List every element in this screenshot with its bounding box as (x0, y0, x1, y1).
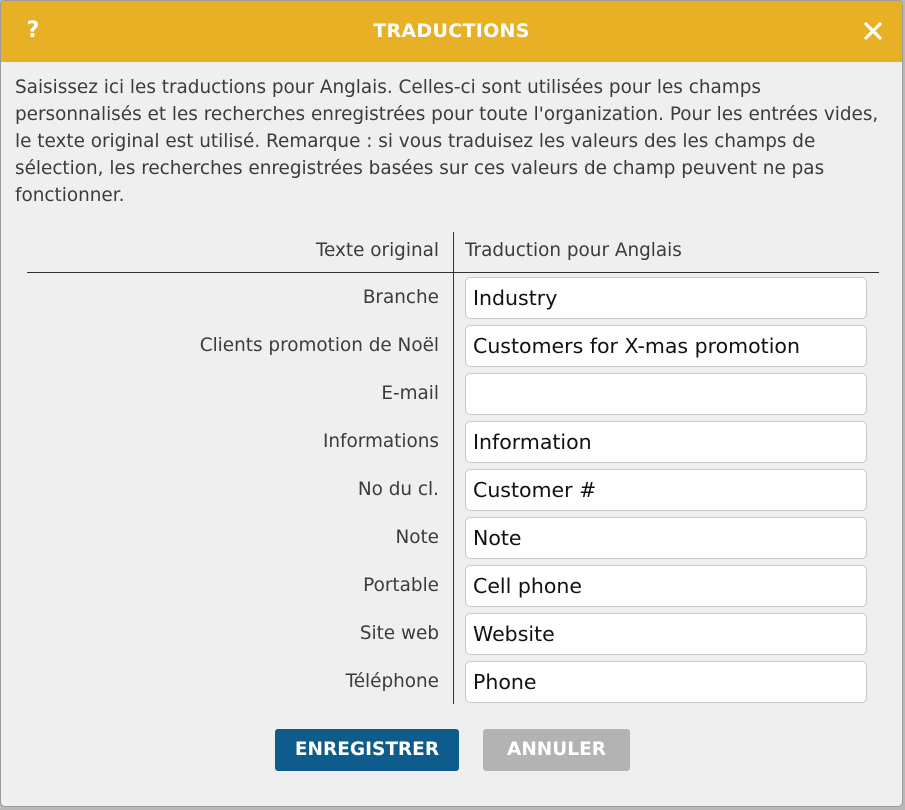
table-row: E-mail (27, 373, 879, 421)
close-icon[interactable] (858, 16, 888, 46)
translation-input[interactable] (465, 421, 867, 463)
dialog-buttons: ENREGISTRER ANNULER (1, 729, 902, 771)
translation-input[interactable] (465, 469, 867, 511)
table-row: Clients promotion de Noël (27, 325, 879, 373)
translation-input[interactable] (465, 661, 867, 703)
table-row: Note (27, 517, 879, 565)
translation-input[interactable] (465, 373, 867, 415)
table-row: Téléphone (27, 661, 879, 709)
table-row: No du cl. (27, 469, 879, 517)
translation-input[interactable] (465, 325, 867, 367)
table-row: Branche (27, 277, 879, 325)
header-translation: Traduction pour Anglais (465, 240, 682, 261)
translation-input[interactable] (465, 613, 867, 655)
original-label: Branche (362, 287, 439, 308)
header-original: Texte original (315, 240, 439, 261)
original-label: Portable (363, 575, 439, 596)
translation-input[interactable] (465, 517, 867, 559)
table-row: Informations (27, 421, 879, 469)
original-label: Note (395, 527, 439, 548)
original-label: No du cl. (357, 479, 439, 500)
original-label: Clients promotion de Noël (199, 335, 439, 356)
dialog-titlebar: ? TRADUCTIONS (1, 1, 902, 62)
original-label: Site web (359, 623, 439, 644)
table-row: Site web (27, 613, 879, 661)
intro-text: Saisissez ici les traductions pour Angla… (15, 77, 879, 206)
translations-dialog: ? TRADUCTIONS Saisissez ici les traducti… (0, 0, 903, 807)
table-row: Portable (27, 565, 879, 613)
dialog-title: TRADUCTIONS (373, 20, 530, 42)
translation-input[interactable] (465, 565, 867, 607)
translation-input[interactable] (465, 277, 867, 319)
cancel-button[interactable]: ANNULER (483, 729, 630, 771)
original-label: E-mail (381, 383, 439, 404)
save-button[interactable]: ENREGISTRER (275, 729, 459, 771)
original-label: Téléphone (345, 671, 439, 692)
original-label: Informations (322, 431, 439, 452)
